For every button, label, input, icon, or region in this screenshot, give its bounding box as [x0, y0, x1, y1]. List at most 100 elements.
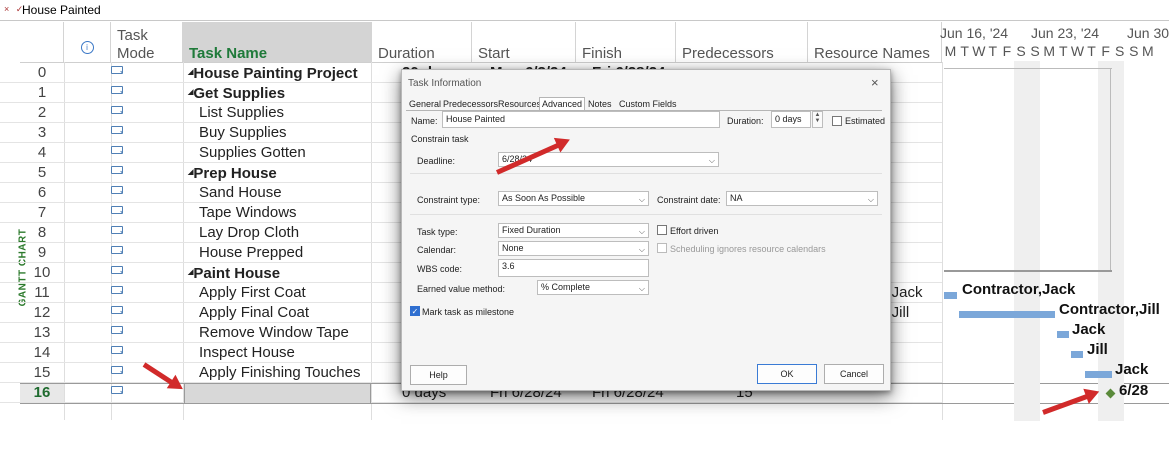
task-name-cell[interactable]: Apply First Coat: [186, 283, 383, 302]
gantt-bar[interactable]: [1057, 331, 1069, 338]
task-name-cell[interactable]: ◢Get Supplies: [186, 83, 372, 102]
row-id[interactable]: 4: [20, 143, 64, 162]
timescale-day: S: [1115, 43, 1125, 59]
summary-bar[interactable]: [944, 270, 1112, 272]
milestone-label: 6/28: [1119, 382, 1149, 399]
header-duration[interactable]: Duration: [372, 22, 472, 62]
row-id[interactable]: 0: [20, 63, 64, 82]
summary-bracket-line: [944, 68, 1112, 69]
row-id[interactable]: 9: [20, 243, 64, 262]
gantt-bar[interactable]: [1071, 351, 1083, 358]
header-predecessors[interactable]: Predecessors: [676, 22, 808, 62]
task-name-cell[interactable]: ◢Prep House: [186, 163, 372, 182]
milestone-checkbox[interactable]: ✓: [410, 306, 420, 316]
ok-button[interactable]: OK: [757, 364, 817, 384]
header-task-name[interactable]: Task Name: [183, 22, 372, 62]
task-mode-icon: [111, 366, 123, 374]
timescale-day: F: [1101, 43, 1110, 59]
timescale-day: S: [1129, 43, 1139, 59]
deadline-label: Deadline:: [417, 156, 456, 166]
row-id[interactable]: 14: [20, 343, 64, 362]
constraint-type-select[interactable]: As Soon As Possible ⌵: [498, 191, 649, 206]
estimated-checkbox[interactable]: [832, 116, 842, 126]
task-name-cell[interactable]: Buy Supplies: [186, 123, 383, 142]
row-id[interactable]: 12: [20, 303, 64, 322]
row-id[interactable]: 15: [20, 363, 64, 382]
close-icon[interactable]: ×: [871, 75, 879, 90]
task-name-cell[interactable]: ◢Paint House: [186, 263, 372, 282]
row-id[interactable]: 1: [20, 83, 64, 102]
tab-general[interactable]: General: [406, 97, 444, 111]
tab-custom-fields[interactable]: Custom Fields: [616, 97, 680, 111]
task-mode-icon: [111, 186, 123, 194]
task-information-dialog: Task Information × General Predecessors …: [401, 69, 891, 391]
row-id[interactable]: 5: [20, 163, 64, 182]
selected-cell[interactable]: [184, 383, 371, 404]
duration-field[interactable]: 0 days: [771, 111, 811, 128]
task-name-cell[interactable]: Sand House: [186, 183, 383, 202]
gantt-bar[interactable]: [1085, 371, 1112, 378]
calendar-select[interactable]: None ⌵: [498, 241, 649, 256]
task-mode-icon: [111, 106, 123, 114]
task-name-cell[interactable]: Tape Windows: [186, 203, 383, 222]
task-mode-icon: [111, 266, 123, 274]
task-name-cell[interactable]: Apply Final Coat: [186, 303, 383, 322]
header-task-mode-line1: Task: [117, 27, 148, 44]
timescale-week: Jun 16, '24: [940, 25, 1009, 41]
gantt-bar[interactable]: [944, 292, 957, 299]
timescale-day: F: [1002, 43, 1012, 59]
row-id[interactable]: 6: [20, 183, 64, 202]
header-task-mode-line2: Mode: [117, 45, 155, 62]
earned-value-select[interactable]: % Complete ⌵: [537, 280, 649, 295]
task-mode-icon: [111, 86, 123, 94]
task-name-cell[interactable]: List Supplies: [186, 103, 383, 122]
task-name-cell[interactable]: ◢House Painting Project: [186, 63, 372, 82]
task-name-cell[interactable]: Lay Drop Cloth: [186, 223, 383, 242]
row-id[interactable]: 11: [20, 283, 64, 302]
tab-predecessors[interactable]: Predecessors: [440, 97, 501, 111]
tab-advanced[interactable]: Advanced: [539, 97, 586, 111]
row-id[interactable]: 10: [20, 263, 64, 282]
row-id[interactable]: 13: [20, 323, 64, 342]
row-id[interactable]: 2: [20, 103, 64, 122]
task-type-value: Fixed Duration: [502, 225, 561, 235]
wbs-code-field[interactable]: 3.6: [498, 259, 649, 277]
header-task-mode[interactable]: Task Mode: [111, 22, 183, 62]
duration-spinner[interactable]: ▲ ▼: [812, 111, 823, 128]
effort-driven-checkbox[interactable]: [657, 225, 667, 235]
row-id[interactable]: 8: [20, 223, 64, 242]
task-name-text: Sand House: [199, 184, 282, 201]
cancel-button[interactable]: Cancel: [824, 364, 884, 384]
task-name-cell[interactable]: House Prepped: [186, 243, 383, 262]
tab-resources[interactable]: Resources: [495, 97, 544, 111]
timescale-day: S: [1016, 43, 1026, 59]
formula-input[interactable]: House Painted: [22, 3, 101, 17]
header-start[interactable]: Start: [472, 22, 576, 62]
timescale-day: T: [1087, 43, 1096, 59]
row-id[interactable]: 7: [20, 203, 64, 222]
timescale-day: T: [988, 43, 998, 59]
constraint-date-field[interactable]: NA ⌵: [726, 191, 878, 206]
scheduling-ignores-checkbox: [657, 243, 667, 253]
task-name-text: House Painting Project: [193, 65, 358, 82]
constraint-type-label: Constraint type:: [417, 195, 481, 205]
gantt-bar[interactable]: [959, 311, 1055, 318]
timescale-day: M: [944, 43, 957, 59]
task-name-cell[interactable]: Supplies Gotten: [186, 143, 383, 162]
task-name-text: Prep House: [193, 165, 277, 182]
header-finish[interactable]: Finish: [576, 22, 676, 62]
timescale-week: Jun 30: [1127, 25, 1169, 41]
task-name-cell[interactable]: Remove Window Tape: [186, 323, 383, 342]
header-resource-names[interactable]: Resource Names: [808, 22, 942, 62]
task-name-field[interactable]: House Painted: [442, 111, 720, 128]
task-name-cell[interactable]: Inspect House: [186, 343, 383, 362]
header-predecessors-label: Predecessors: [682, 45, 774, 62]
row-id[interactable]: 3: [20, 123, 64, 142]
header-indicators[interactable]: i: [64, 22, 111, 62]
name-label: Name:: [411, 116, 438, 126]
formula-bar[interactable]: × ✓ House Painted: [0, 0, 1169, 21]
task-name-cell[interactable]: Apply Finishing Touches: [186, 363, 383, 382]
task-type-select[interactable]: Fixed Duration ⌵: [498, 223, 649, 238]
tab-notes[interactable]: Notes: [585, 97, 615, 111]
help-button[interactable]: Help: [410, 365, 467, 385]
